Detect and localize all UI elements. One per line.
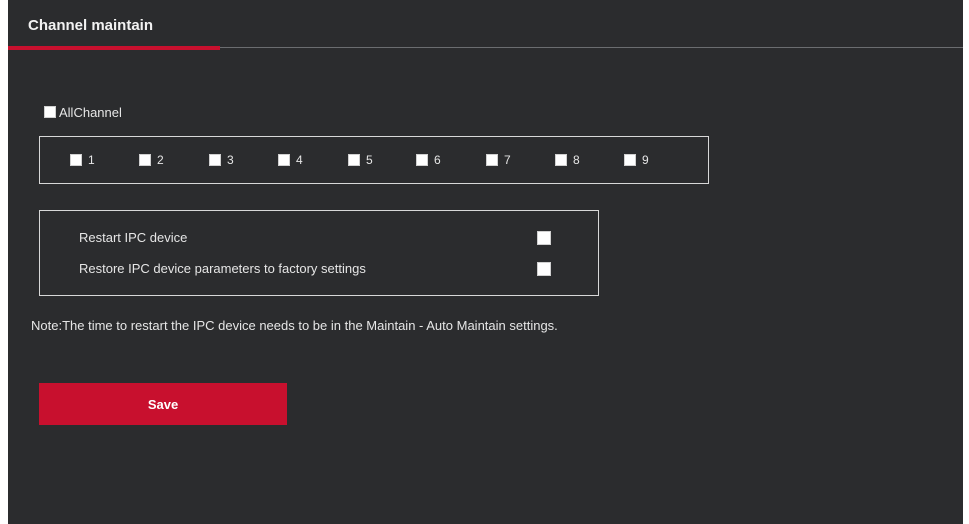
channel-checkbox-4[interactable] (278, 154, 290, 166)
channel-checkbox-8[interactable] (555, 154, 567, 166)
ipc-maintain-options-box: Restart IPC device Restore IPC device pa… (39, 210, 599, 296)
channel-option-8[interactable]: 8 (555, 153, 580, 167)
channel-option-2[interactable]: 2 (139, 153, 164, 167)
page-title: Channel maintain (28, 17, 154, 34)
all-channel-option[interactable]: AllChannel (44, 104, 122, 120)
restore-ipc-checkbox[interactable] (537, 262, 551, 276)
channel-option-3[interactable]: 3 (209, 153, 234, 167)
channel-label-1: 1 (88, 153, 95, 167)
panel-header: Channel maintain (8, 0, 963, 50)
channel-label-8: 8 (573, 153, 580, 167)
channel-checkbox-5[interactable] (348, 154, 360, 166)
channel-option-9[interactable]: 9 (624, 153, 649, 167)
restart-ipc-checkbox[interactable] (537, 231, 551, 245)
channel-checkbox-6[interactable] (416, 154, 428, 166)
channel-checkbox-9[interactable] (624, 154, 636, 166)
channel-option-6[interactable]: 6 (416, 153, 441, 167)
channel-maintain-panel: Channel maintain AllChannel 1 2 3 4 5 6 … (8, 0, 963, 524)
all-channel-label: AllChannel (59, 104, 122, 120)
channel-label-9: 9 (642, 153, 649, 167)
channel-selection-box: 1 2 3 4 5 6 7 8 9 (39, 136, 709, 184)
channel-label-6: 6 (434, 153, 441, 167)
channel-label-7: 7 (504, 153, 511, 167)
channel-label-4: 4 (296, 153, 303, 167)
title-underline-accent (8, 46, 220, 50)
channel-label-5: 5 (366, 153, 373, 167)
channel-option-5[interactable]: 5 (348, 153, 373, 167)
restart-ipc-label: Restart IPC device (79, 230, 188, 245)
channel-checkbox-3[interactable] (209, 154, 221, 166)
channel-checkbox-2[interactable] (139, 154, 151, 166)
channel-label-3: 3 (227, 153, 234, 167)
channel-label-2: 2 (157, 153, 164, 167)
channel-checkbox-7[interactable] (486, 154, 498, 166)
restore-ipc-label: Restore IPC device parameters to factory… (79, 261, 366, 276)
save-button[interactable]: Save (39, 383, 287, 425)
all-channel-checkbox[interactable] (44, 106, 56, 118)
channel-option-4[interactable]: 4 (278, 153, 303, 167)
channel-option-1[interactable]: 1 (70, 153, 95, 167)
maintenance-note: Note:The time to restart the IPC device … (31, 318, 558, 333)
channel-option-7[interactable]: 7 (486, 153, 511, 167)
channel-checkbox-1[interactable] (70, 154, 82, 166)
header-divider (220, 47, 963, 48)
